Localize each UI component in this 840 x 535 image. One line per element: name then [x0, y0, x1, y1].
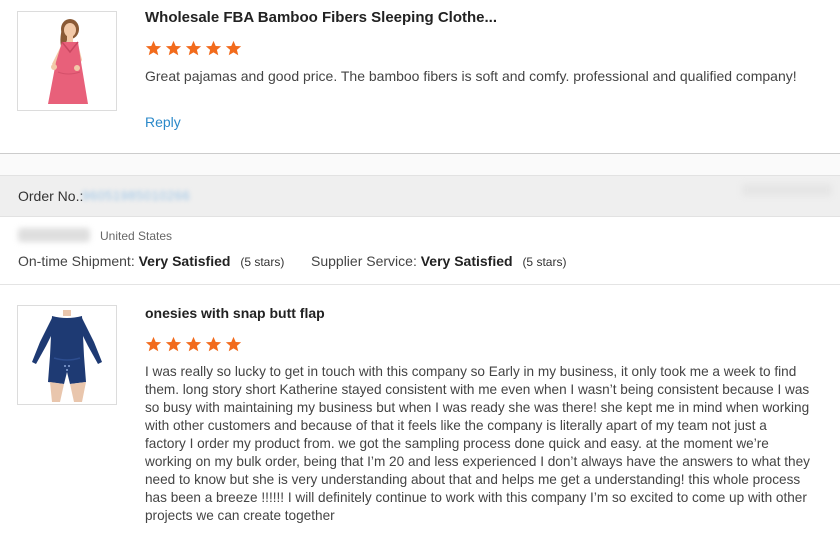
shipment-value: Very Satisfied: [138, 253, 231, 269]
star-icon: [225, 336, 242, 352]
star-icon: [145, 40, 162, 56]
shipment-label: On-time Shipment:: [18, 253, 135, 269]
romper-product-image: [18, 306, 116, 404]
order-date-redacted: [742, 184, 832, 196]
order-header: Order No.: 96051985010266: [0, 175, 840, 217]
dress-product-image: [18, 12, 116, 110]
order-number[interactable]: 96051985010266: [82, 188, 190, 203]
review-card: Wholesale FBA Bamboo Fibers Sleeping Clo…: [0, 0, 840, 153]
product-title[interactable]: Wholesale FBA Bamboo Fibers Sleeping Clo…: [145, 9, 497, 26]
star-icon: [225, 40, 242, 56]
service-stars: (5 stars): [522, 255, 567, 269]
shipment-stars: (5 stars): [240, 255, 285, 269]
star-icon: [185, 336, 202, 352]
buyer-country: United States: [100, 229, 173, 243]
star-icon: [205, 40, 222, 56]
star-rating: [145, 40, 242, 57]
order-number-label: Order No.:: [18, 188, 84, 204]
service-value: Very Satisfied: [420, 253, 513, 269]
review-card: onesies with snap butt flap I was really…: [0, 285, 840, 535]
buyer-name-redacted: [18, 228, 90, 242]
star-icon: [165, 336, 182, 352]
section-divider: [0, 153, 840, 176]
review-text: Great pajamas and good price. The bamboo…: [145, 68, 797, 84]
service-label: Supplier Service:: [311, 253, 417, 269]
review-text: I was really so lucky to get in touch wi…: [145, 364, 810, 523]
reply-link[interactable]: Reply: [145, 114, 181, 130]
product-title[interactable]: onesies with snap butt flap: [145, 305, 325, 321]
product-thumbnail[interactable]: [17, 11, 117, 111]
star-icon: [165, 40, 182, 56]
star-icon: [145, 336, 162, 352]
star-icon: [185, 40, 202, 56]
product-thumbnail[interactable]: [17, 305, 117, 405]
service-rating: Supplier Service: Very Satisfied (5 star…: [311, 253, 566, 269]
shipment-rating: On-time Shipment: Very Satisfied (5 star…: [18, 253, 284, 269]
star-rating: [145, 336, 242, 353]
star-icon: [205, 336, 222, 352]
